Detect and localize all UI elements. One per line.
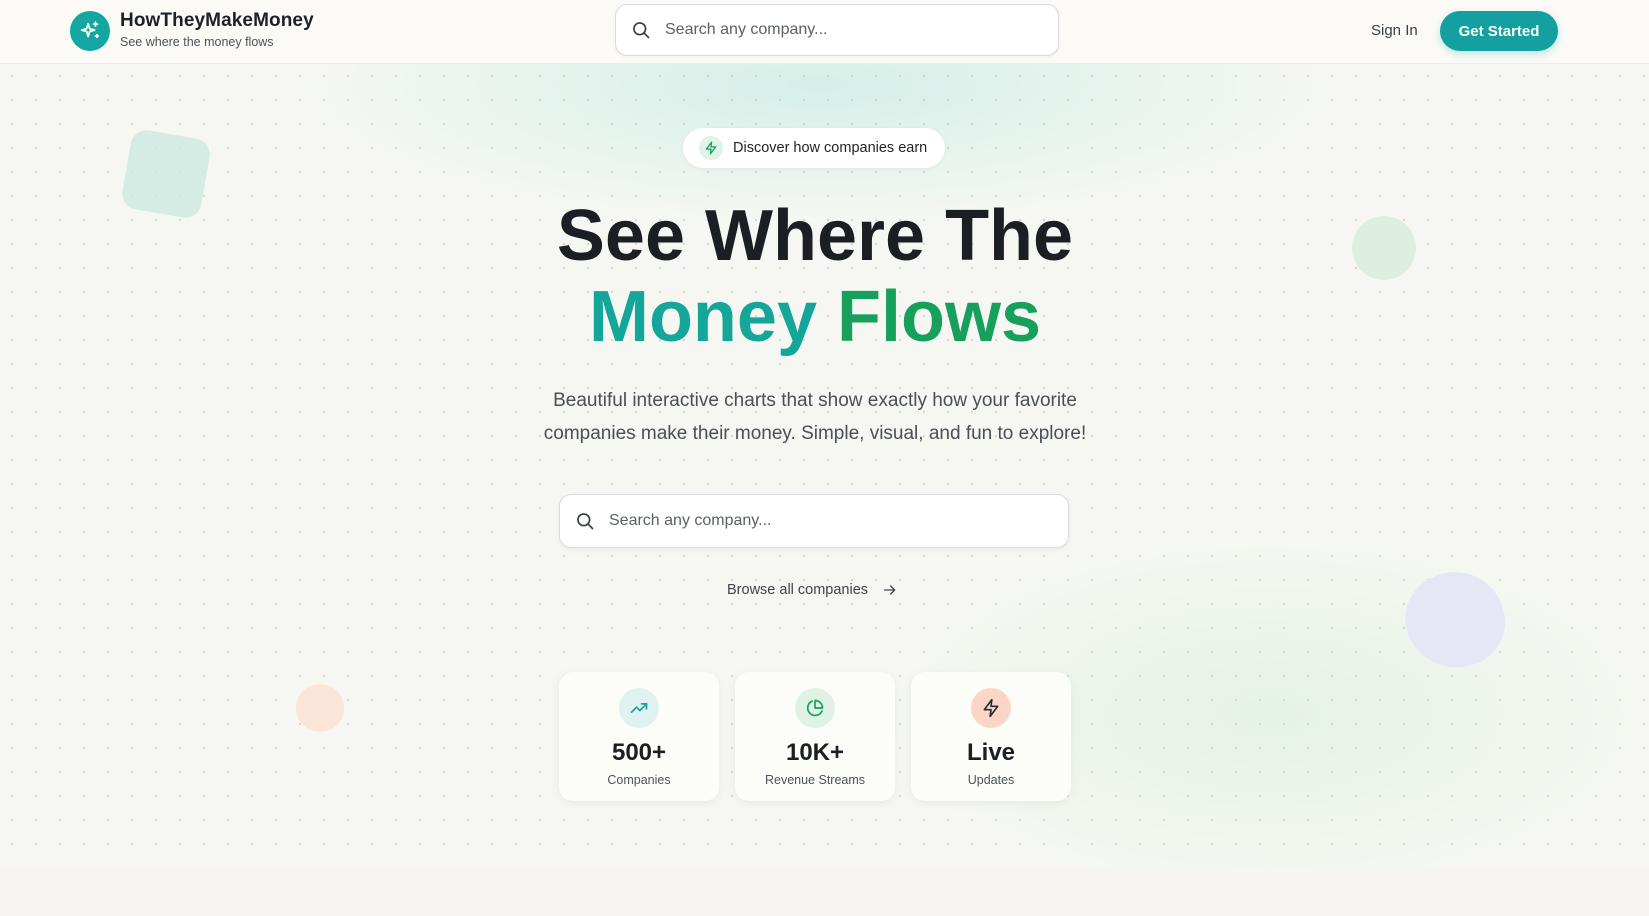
stat-card-revenue-streams: 10K+ Revenue Streams [735,672,895,801]
stat-value: 500+ [611,739,667,766]
hero-headline: See Where The [556,196,1074,276]
header-search-input[interactable]: Search any company... [615,4,1059,56]
hero-subtext: Beautiful interactive charts that show e… [543,390,1087,444]
hero-headline-accent: Money Flows [0,275,1630,359]
lightning-icon [699,136,723,160]
browse-label: Browse all companies [727,582,869,598]
stat-card-live-updates: Live Updates [911,672,1071,801]
logo[interactable] [70,11,110,51]
stat-label: Revenue Streams [764,773,866,787]
header-search-placeholder: Search any company... [665,21,828,38]
sign-in-link[interactable]: Sign In [1371,22,1418,39]
browse-all-companies-link[interactable]: Browse all companies [727,582,898,598]
headline-word-money: Money [588,277,817,357]
trending-up-icon [619,688,659,728]
lightning-icon [971,688,1011,728]
stat-label: Updates [967,773,1015,787]
decorative-blob [1393,559,1517,681]
stat-label: Companies [607,773,671,787]
hero-search-input[interactable]: Search any company... [559,494,1069,548]
brand-tagline: See where the money flows [120,35,274,49]
hero-badge: Discover how companies earn [683,128,945,168]
brand-name[interactable]: HowTheyMakeMoney [120,10,314,32]
hero-section: Discover how companies earn See Where Th… [0,64,1649,867]
stat-value: 10K+ [785,739,845,766]
pie-chart-icon [795,688,835,728]
search-icon [575,511,595,531]
sparkles-icon [80,21,100,39]
search-icon [631,20,651,40]
decorative-circle-peach [296,684,344,732]
page-footer-band [0,867,1649,916]
hero-badge-text: Discover how companies earn [733,140,928,156]
top-navbar: HowTheyMakeMoney See where the money flo… [0,0,1649,64]
arrow-right-icon [882,582,898,598]
stat-card-companies: 500+ Companies [559,672,719,801]
stat-value: Live [966,739,1016,766]
get-started-button[interactable]: Get Started [1440,11,1558,51]
hero-search-placeholder: Search any company... [609,512,772,529]
headline-word-flows: Flows [837,277,1042,357]
